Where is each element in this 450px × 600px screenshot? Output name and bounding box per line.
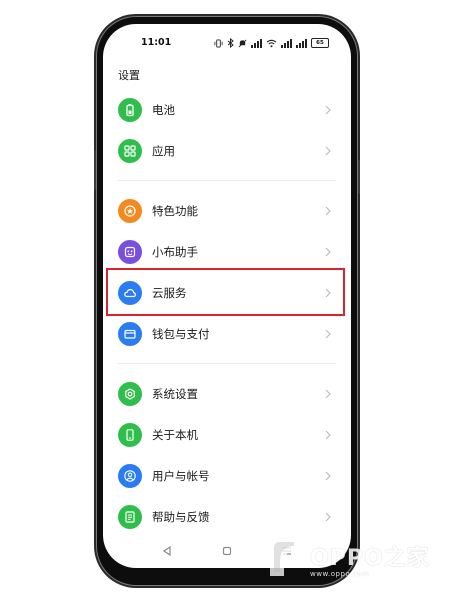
settings-item-system[interactable]: 系统设置 xyxy=(103,374,351,414)
volume-button xyxy=(94,150,96,190)
settings-item-wallet[interactable]: 钱包与支付 xyxy=(103,314,351,354)
phone-screen: 11:01 65 设置 电池 应用 特色功能 小布助手 云服务 钱包与支付 系统… xyxy=(103,24,351,568)
wallet-icon xyxy=(118,322,142,346)
settings-item-label: 关于本机 xyxy=(152,428,198,442)
chevron-right-icon xyxy=(325,288,331,298)
battery-indicator: 65 xyxy=(311,38,329,48)
assistant-icon xyxy=(118,240,142,264)
power-button xyxy=(358,160,360,194)
cloud-icon xyxy=(118,281,142,305)
settings-item-label: 小布助手 xyxy=(152,245,198,259)
help-icon xyxy=(118,505,142,529)
status-icons: 65 xyxy=(214,38,329,48)
chevron-right-icon xyxy=(325,247,331,257)
settings-item-features[interactable]: 特色功能 xyxy=(103,191,351,231)
settings-item-cloud[interactable]: 云服务 xyxy=(103,273,351,313)
chevron-right-icon xyxy=(325,146,331,156)
settings-item-label: 云服务 xyxy=(152,286,187,300)
group-divider xyxy=(118,363,336,364)
battery-icon xyxy=(118,98,142,122)
watermark-url: www.oppo.com xyxy=(310,570,370,578)
chevron-right-icon xyxy=(325,430,331,440)
watermark: OPPO之家 www.oppo.com xyxy=(264,528,430,584)
wifi-icon xyxy=(266,39,277,47)
back-icon[interactable] xyxy=(161,545,173,557)
chevron-right-icon xyxy=(325,512,331,522)
apps-grid-icon xyxy=(118,139,142,163)
vibrate-icon xyxy=(214,38,223,48)
settings-item-label: 特色功能 xyxy=(152,204,198,218)
chevron-right-icon xyxy=(325,329,331,339)
settings-item-battery[interactable]: 电池 xyxy=(103,90,351,130)
home-icon[interactable] xyxy=(221,545,233,557)
oppo-logo-icon xyxy=(270,538,298,576)
settings-item-label: 系统设置 xyxy=(152,387,198,401)
gear-icon xyxy=(118,382,142,406)
status-bar: 11:01 65 xyxy=(103,36,351,50)
signal-icon-3 xyxy=(296,38,307,48)
star-icon xyxy=(118,199,142,223)
settings-item-label: 应用 xyxy=(152,144,175,158)
chevron-right-icon xyxy=(325,389,331,399)
phone-icon xyxy=(118,423,142,447)
settings-item-label: 用户与帐号 xyxy=(152,469,210,483)
group-divider xyxy=(118,180,336,181)
page-title: 设置 xyxy=(118,69,140,82)
settings-item-about[interactable]: 关于本机 xyxy=(103,415,351,455)
settings-item-accounts[interactable]: 用户与帐号 xyxy=(103,456,351,496)
signal-icon xyxy=(251,38,262,48)
chevron-right-icon xyxy=(325,105,331,115)
settings-item-label: 电池 xyxy=(152,103,175,117)
chevron-right-icon xyxy=(325,206,331,216)
settings-item-assistant[interactable]: 小布助手 xyxy=(103,232,351,272)
status-time: 11:01 xyxy=(141,37,172,48)
watermark-brand: OPPO之家 xyxy=(310,546,430,571)
settings-item-label: 帮助与反馈 xyxy=(152,510,210,524)
settings-item-label: 钱包与支付 xyxy=(152,327,210,341)
signal-icon-2 xyxy=(281,38,292,48)
mute-icon xyxy=(238,39,247,47)
user-icon xyxy=(118,464,142,488)
chevron-right-icon xyxy=(325,471,331,481)
settings-item-apps[interactable]: 应用 xyxy=(103,131,351,171)
bluetooth-icon xyxy=(227,38,234,48)
